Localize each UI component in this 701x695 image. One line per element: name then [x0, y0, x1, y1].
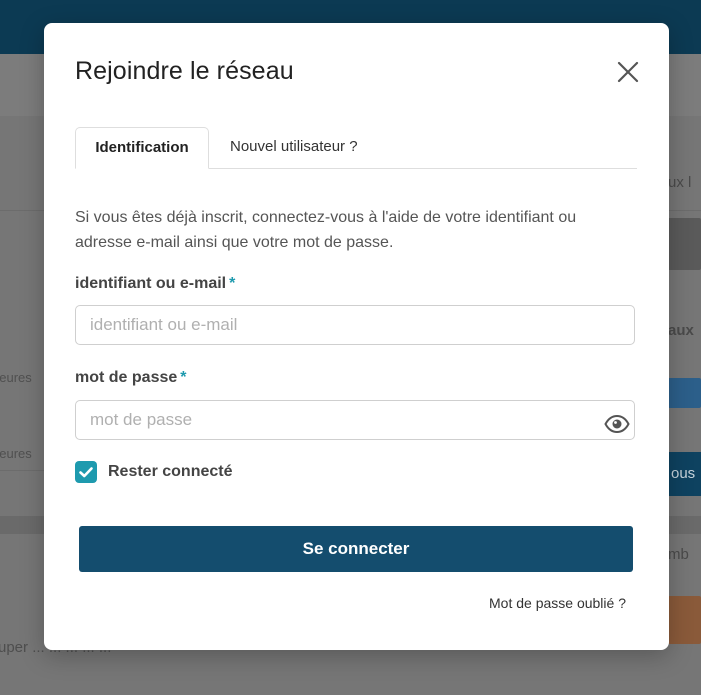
- background-thumbnail: [668, 378, 701, 408]
- background-thumbnail: [668, 218, 701, 270]
- modal-title: Rejoindre le réseau: [75, 57, 294, 85]
- forgot-password-link[interactable]: Mot de passe oublié ?: [489, 595, 626, 611]
- login-button[interactable]: Se connecter: [79, 526, 633, 572]
- remember-me-label[interactable]: Rester connecté: [108, 463, 233, 481]
- identifier-input[interactable]: [75, 305, 635, 345]
- password-input[interactable]: [75, 400, 635, 440]
- tab-identification[interactable]: Identification: [75, 127, 209, 169]
- background-right-text: aux: [668, 322, 694, 339]
- required-mark: *: [180, 369, 187, 386]
- close-icon: [617, 61, 639, 83]
- show-password-button[interactable]: [604, 414, 630, 434]
- background-button: ous: [668, 452, 701, 496]
- tab-new-user[interactable]: Nouvel utilisateur ?: [230, 127, 358, 167]
- password-label: mot de passe *: [75, 369, 187, 386]
- tab-bar: Identification Nouvel utilisateur ?: [75, 127, 637, 169]
- close-button[interactable]: [614, 58, 642, 86]
- eye-icon: [604, 414, 630, 434]
- intro-text: Si vous êtes déjà inscrit, connectez-vou…: [75, 209, 577, 251]
- background-left-text: heures: [0, 446, 32, 461]
- remember-me-checkbox[interactable]: [75, 461, 97, 483]
- background-right-text: mb: [668, 546, 689, 563]
- required-mark: *: [229, 275, 236, 292]
- login-modal: Rejoindre le réseau Identification Nouve…: [44, 23, 669, 650]
- background-left-text: heures: [0, 370, 32, 385]
- background-thumbnail: [668, 596, 701, 644]
- background-right-text: ux l: [668, 174, 692, 191]
- identifier-label: identifiant ou e-mail *: [75, 275, 236, 292]
- checkmark-icon: [79, 467, 93, 478]
